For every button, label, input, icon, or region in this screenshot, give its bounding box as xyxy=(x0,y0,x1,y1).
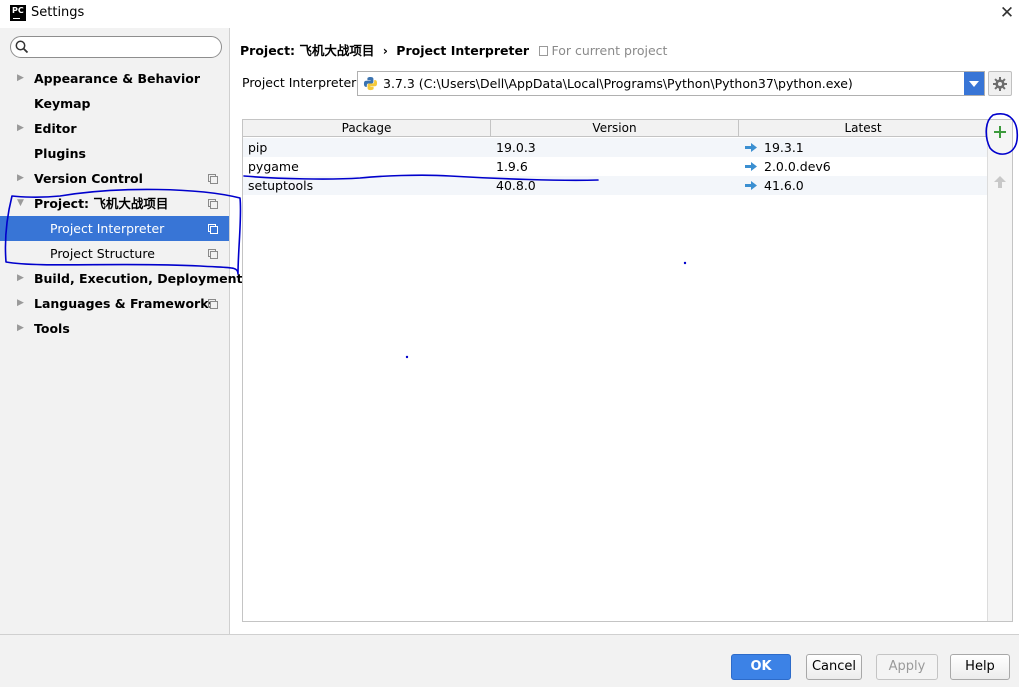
table-header: Package Version Latest xyxy=(243,120,987,137)
sidebar-item-label: Appearance & Behavior xyxy=(34,71,200,86)
table-row[interactable]: setuptools 40.8.0 41.6.0 xyxy=(243,176,987,195)
breadcrumb-page: Project Interpreter xyxy=(396,43,530,58)
pycharm-logo-icon: PC xyxy=(10,5,26,21)
table-row[interactable]: pygame 1.9.6 2.0.0.dev6 xyxy=(243,157,987,176)
interpreter-value: 3.7.3 (C:\Users\Dell\AppData\Local\Progr… xyxy=(383,76,853,91)
package-name: pip xyxy=(248,140,268,155)
cancel-button[interactable]: Cancel xyxy=(806,654,862,680)
upgrade-package-icon[interactable] xyxy=(993,175,1007,189)
sidebar-item-label: Keymap xyxy=(34,96,91,111)
sidebar-item-tools[interactable]: ▶ Tools xyxy=(0,316,229,341)
expand-arrow-icon[interactable]: ▶ xyxy=(17,116,24,141)
interpreter-dropdown[interactable]: 3.7.3 (C:\Users\Dell\AppData\Local\Progr… xyxy=(357,71,985,96)
expand-arrow-icon[interactable]: ▶ xyxy=(17,291,24,316)
package-name: pygame xyxy=(248,159,299,174)
sidebar-item-label: Tools xyxy=(34,321,70,336)
project-scope-icon xyxy=(208,299,218,309)
settings-sidebar: ▶ Appearance & Behavior Keymap ▶ Editor … xyxy=(0,28,242,634)
sidebar-item-label: Languages & Frameworks xyxy=(34,296,216,311)
breadcrumb: Project: 飞机大战项目 › Project Interpreter Fo… xyxy=(240,40,667,59)
packages-table: Package Version Latest pip 19.0.3 19.3.1… xyxy=(243,120,987,621)
project-scope-icon xyxy=(208,249,218,259)
package-latest: 41.6.0 xyxy=(764,178,804,193)
sidebar-item-label: Project Interpreter xyxy=(50,221,165,236)
scope-text: For current project xyxy=(551,43,668,58)
expand-arrow-icon[interactable]: ▶ xyxy=(17,316,24,341)
column-header-version[interactable]: Version xyxy=(491,120,739,137)
breadcrumb-separator: › xyxy=(382,43,388,58)
help-button[interactable]: Help xyxy=(950,654,1010,680)
add-package-icon[interactable] xyxy=(993,125,1007,139)
gear-icon xyxy=(993,77,1007,91)
package-version: 40.8.0 xyxy=(496,178,536,193)
sidebar-item-label: Project: 飞机大战项目 xyxy=(34,196,169,211)
apply-button[interactable]: Apply xyxy=(876,654,938,680)
project-scope-icon xyxy=(208,199,218,209)
window-title: Settings xyxy=(31,5,85,20)
upgrade-arrow-icon xyxy=(745,162,757,171)
package-name: setuptools xyxy=(248,178,314,193)
sidebar-item-project-structure[interactable]: Project Structure xyxy=(0,241,229,266)
package-toolbar xyxy=(987,120,1012,621)
package-version: 1.9.6 xyxy=(496,159,528,174)
sidebar-item-languages[interactable]: ▶ Languages & Frameworks xyxy=(0,291,229,316)
title-bar: PC Settings ✕ xyxy=(0,0,1019,28)
search-input[interactable] xyxy=(10,36,222,58)
search-icon xyxy=(15,40,29,54)
sidebar-item-label: Version Control xyxy=(34,171,143,186)
project-scope-icon xyxy=(208,224,218,234)
expand-arrow-icon[interactable]: ▶ xyxy=(17,266,24,291)
project-scope-icon xyxy=(539,46,549,56)
ok-button[interactable]: OK xyxy=(731,654,791,680)
sidebar-item-label: Build, Execution, Deployment xyxy=(34,271,243,286)
expand-arrow-icon[interactable]: ▶ xyxy=(17,166,24,191)
close-icon[interactable]: ✕ xyxy=(997,3,1017,23)
upgrade-arrow-icon xyxy=(745,143,757,152)
package-latest: 2.0.0.dev6 xyxy=(764,159,831,174)
sidebar-item-label: Project Structure xyxy=(50,246,155,261)
dropdown-arrow-icon[interactable] xyxy=(964,72,984,95)
breadcrumb-project: Project: 飞机大战项目 xyxy=(240,43,375,58)
sidebar-item-label: Editor xyxy=(34,121,77,136)
dialog-footer: OK Cancel Apply Help xyxy=(0,634,1019,687)
column-header-latest[interactable]: Latest xyxy=(739,120,987,137)
project-scope-icon xyxy=(208,174,218,184)
upgrade-arrow-icon xyxy=(745,181,757,190)
sidebar-item-project[interactable]: ▼ Project: 飞机大战项目 xyxy=(0,191,229,216)
scope-note: For current project xyxy=(539,43,667,58)
packages-panel: Package Version Latest pip 19.0.3 19.3.1… xyxy=(242,119,1013,622)
package-version: 19.0.3 xyxy=(496,140,536,155)
sidebar-item-plugins[interactable]: Plugins xyxy=(0,141,229,166)
sidebar-item-version-control[interactable]: ▶ Version Control xyxy=(0,166,229,191)
interpreter-settings-button[interactable] xyxy=(988,71,1012,96)
sidebar-item-editor[interactable]: ▶ Editor xyxy=(0,116,229,141)
sidebar-item-project-interpreter[interactable]: Project Interpreter xyxy=(0,216,229,241)
table-row[interactable]: pip 19.0.3 19.3.1 xyxy=(243,138,987,157)
sidebar-item-build[interactable]: ▶ Build, Execution, Deployment xyxy=(0,266,242,291)
column-header-package[interactable]: Package xyxy=(243,120,491,137)
collapse-arrow-icon[interactable]: ▼ xyxy=(17,191,24,216)
sidebar-item-label: Plugins xyxy=(34,146,86,161)
python-icon xyxy=(363,76,378,91)
package-latest: 19.3.1 xyxy=(764,140,804,155)
sidebar-item-keymap[interactable]: Keymap xyxy=(0,91,229,116)
expand-arrow-icon[interactable]: ▶ xyxy=(17,66,24,91)
interpreter-label: Project Interpreter: xyxy=(242,75,361,90)
sidebar-item-appearance[interactable]: ▶ Appearance & Behavior xyxy=(0,66,229,91)
settings-tree: ▶ Appearance & Behavior Keymap ▶ Editor … xyxy=(0,66,242,341)
